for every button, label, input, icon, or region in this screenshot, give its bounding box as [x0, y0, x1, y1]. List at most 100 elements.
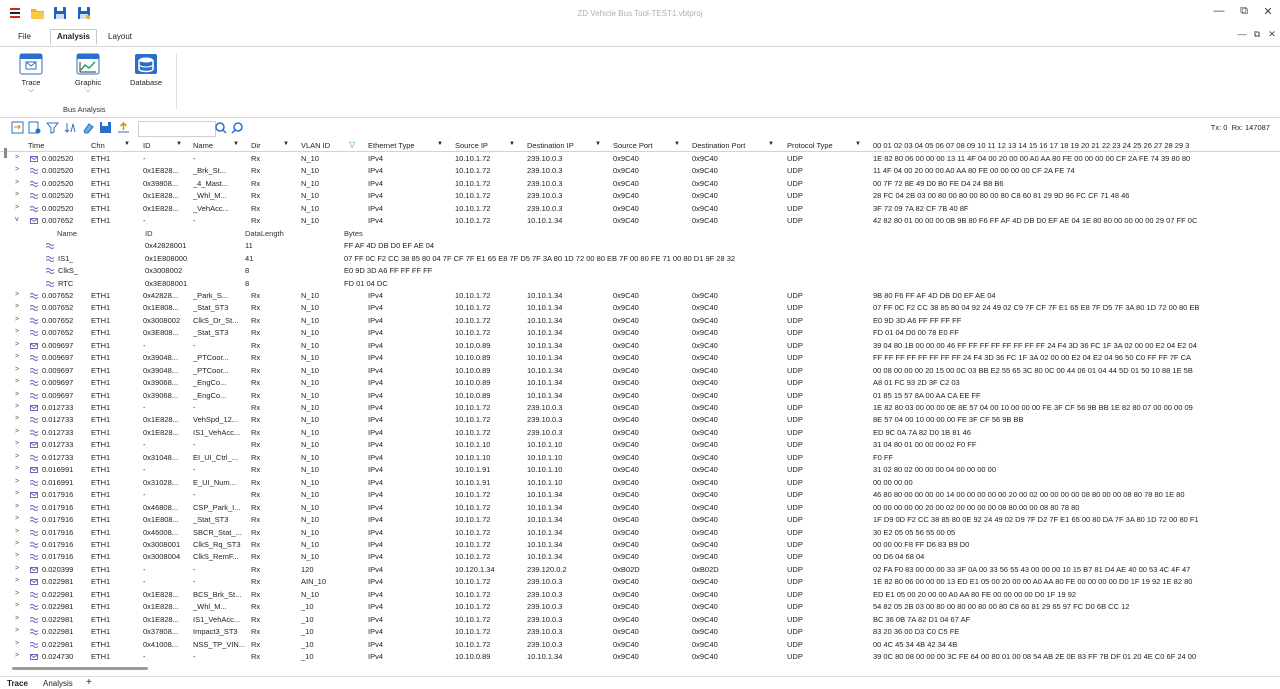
table-row[interactable]: >0.007652 ETH1 0x1E808... _Stat_ST3 Rx N_10 IP…	[0, 301, 1280, 314]
chevron-down-icon[interactable]: ▼	[283, 141, 289, 147]
table-row[interactable]: >0.009697 ETH1 0x39068... _EngCo... Rx N_10 IP…	[0, 376, 1280, 389]
table-row[interactable]: >0.022981 ETH1 0x37808... Impact3_ST3 Rx _10 I…	[0, 625, 1280, 638]
expand-icon[interactable]: >	[15, 465, 19, 472]
col-destination-port[interactable]: Destination Port	[692, 141, 745, 150]
chevron-down-icon[interactable]: ⌵	[11, 87, 51, 95]
sort-icon[interactable]	[64, 121, 77, 134]
expand-icon[interactable]: >	[15, 552, 19, 559]
col-vlan[interactable]: VLAN ID	[301, 141, 330, 150]
expand-icon[interactable]: >	[15, 528, 19, 535]
expand-icon[interactable]: >	[15, 490, 19, 497]
col-source-port[interactable]: Source Port	[613, 141, 653, 150]
doc-close-button[interactable]: ✕	[1265, 29, 1279, 40]
chevron-down-icon[interactable]: ▼	[509, 141, 515, 147]
table-row[interactable]: >0.017916 ETH1 0x46008... SBCR_Stat_... Rx N_…	[0, 526, 1280, 539]
expand-icon[interactable]: >	[15, 291, 19, 298]
table-row[interactable]: >0.007652 ETH1 0x42828... _Park_S... Rx N_10 I…	[0, 289, 1280, 302]
table-row[interactable]: >0.007652 ETH1 0x3008002 ClkS_Dr_St... Rx N_1…	[0, 314, 1280, 327]
filter-icon[interactable]	[45, 121, 60, 134]
table-row[interactable]: >0.009697 ETH1 - - Rx N_10 IPv4 10.10.0.89 10.10…	[0, 339, 1280, 352]
expand-icon[interactable]: >	[15, 615, 19, 622]
col-source-ip[interactable]: Source IP	[455, 141, 488, 150]
expand-icon[interactable]: >	[15, 565, 19, 572]
table-row[interactable]: >0.009697 ETH1 0x39048... _PTCoor... Rx N_10 I…	[0, 364, 1280, 377]
expand-icon[interactable]: >	[15, 328, 19, 335]
expand-icon[interactable]: >	[15, 453, 19, 460]
table-row[interactable]: >0.022981 ETH1 0x1E828... BCS_Brk_St... Rx N_…	[0, 588, 1280, 601]
table-row[interactable]: >0.017916 ETH1 0x3008001 ClkS_Rq_ST3 Rx N_10 I…	[0, 538, 1280, 551]
chevron-down-icon[interactable]: ▼	[176, 141, 182, 147]
import-icon[interactable]	[28, 121, 41, 134]
expand-icon[interactable]: >	[15, 428, 19, 435]
tab-trace[interactable]: Trace	[7, 679, 28, 688]
table-row[interactable]: >0.002520 ETH1 0x1E828... _Whl_M... Rx N_10 IP…	[0, 189, 1280, 202]
col-chn[interactable]: Chn	[91, 141, 105, 150]
col-ethernet-type[interactable]: Ethernet Type	[368, 141, 415, 150]
chevron-down-icon[interactable]: ▼	[595, 141, 601, 147]
signal-row[interactable]: RTC 0x3E808001 8 FD 01 04 DC	[0, 277, 1280, 290]
expand-icon[interactable]: >	[15, 179, 19, 186]
expand-icon[interactable]: >	[15, 166, 19, 173]
tab-file[interactable]: File	[18, 32, 31, 41]
collapse-icon[interactable]: v	[15, 216, 19, 223]
table-row[interactable]: >0.007652 ETH1 0x3E808... _Stat_ST3 Rx N_10 IP…	[0, 326, 1280, 339]
expand-icon[interactable]: >	[15, 154, 19, 161]
table-row[interactable]: >0.020399 ETH1 - - Rx 120 IPv4 10.120.1.34 239.1…	[0, 563, 1280, 576]
search-next-icon[interactable]	[214, 121, 227, 134]
table-row[interactable]: >0.022981 ETH1 - - Rx AIN_10 IPv4 10.10.1.72 239…	[0, 575, 1280, 588]
table-row[interactable]: >0.009697 ETH1 0x39048... _PTCoor... Rx N_10 I…	[0, 351, 1280, 364]
save-trace-icon[interactable]	[99, 121, 112, 134]
expand-icon[interactable]: >	[15, 353, 19, 360]
table-row[interactable]: >0.016991 ETH1 0x31028... E_UI_Num... Rx N_10…	[0, 476, 1280, 489]
search-prev-icon[interactable]	[231, 121, 244, 134]
export-icon[interactable]	[11, 121, 24, 134]
col-time[interactable]: Time	[28, 141, 44, 150]
table-row[interactable]: >0.022981 ETH1 0x41008... NSS_TP_VIN... Rx _1…	[0, 638, 1280, 651]
expand-icon[interactable]: >	[15, 415, 19, 422]
expand-icon[interactable]: >	[15, 602, 19, 609]
table-row[interactable]: >0.017916 ETH1 0x3008004 ClkS_RemF... Rx N_10…	[0, 550, 1280, 563]
col-destination-ip[interactable]: Destination IP	[527, 141, 574, 150]
chevron-down-icon[interactable]: ▼	[674, 141, 680, 147]
expand-icon[interactable]: >	[15, 366, 19, 373]
filter-icon[interactable]: ▽	[349, 140, 355, 149]
col-bytes[interactable]: 00 01 02 03 04 05 06 07 08 09 10 11 12 1…	[873, 141, 1189, 150]
expand-icon[interactable]: >	[15, 478, 19, 485]
table-row[interactable]: >0.017916 ETH1 0x1E808... _Stat_ST3 Rx N_10 IP…	[0, 513, 1280, 526]
clear-icon[interactable]	[82, 121, 95, 134]
chevron-down-icon[interactable]: ▼	[124, 141, 130, 147]
trace-button[interactable]: Trace ⌵	[11, 53, 51, 95]
table-row[interactable]: >0.002520 ETH1 0x1E828... _Brk_St... Rx N_10 I…	[0, 164, 1280, 177]
expand-icon[interactable]: >	[15, 204, 19, 211]
table-row[interactable]: >0.016991 ETH1 - - Rx N_10 IPv4 10.10.1.91 10.10…	[0, 463, 1280, 476]
expand-icon[interactable]: >	[15, 577, 19, 584]
upload-icon[interactable]	[117, 121, 130, 134]
table-row[interactable]: >0.024730 ETH1 - - Rx _10 IPv4 10.10.0.89 10.10.…	[0, 650, 1280, 663]
table-row[interactable]: >0.002520 ETH1 0x1E828... _VehAcc... Rx N_10 I…	[0, 202, 1280, 215]
chevron-down-icon[interactable]: ▼	[437, 141, 443, 147]
tab-analysis-bottom[interactable]: Analysis	[43, 679, 73, 688]
horizontal-scrollbar[interactable]	[12, 667, 148, 670]
tab-layout[interactable]: Layout	[108, 32, 132, 41]
col-id[interactable]: ID	[143, 141, 151, 150]
expand-icon[interactable]: >	[15, 378, 19, 385]
expand-icon[interactable]: >	[15, 391, 19, 398]
expand-icon[interactable]: >	[15, 540, 19, 547]
chevron-down-icon[interactable]: ▼	[233, 141, 239, 147]
signal-row[interactable]: IS1_ 0x1E808000 41 07 FF 0C F2 CC 38 85 80 …	[0, 252, 1280, 265]
expand-icon[interactable]: >	[15, 341, 19, 348]
chevron-down-icon[interactable]: ▼	[768, 141, 774, 147]
expand-icon[interactable]: >	[15, 316, 19, 323]
minimize-button[interactable]: —	[1212, 5, 1226, 17]
table-row[interactable]: >0.002520 ETH1 - - Rx N_10 IPv4 10.10.1.72 239.1…	[0, 152, 1280, 165]
search-input[interactable]	[138, 121, 216, 137]
expand-icon[interactable]: >	[15, 503, 19, 510]
expand-icon[interactable]: >	[15, 652, 19, 659]
vertical-scrollbar[interactable]	[4, 148, 7, 158]
signal-row[interactable]: 0x42828001 11 FF AF 4D DB D0 EF AE 04	[0, 239, 1280, 252]
col-name[interactable]: Name	[193, 141, 213, 150]
doc-minimize-button[interactable]: —	[1235, 29, 1249, 39]
expand-icon[interactable]: >	[15, 627, 19, 634]
table-row[interactable]: >0.017916 ETH1 0x46808... CSP_Park_I... Rx N_…	[0, 501, 1280, 514]
expand-icon[interactable]: >	[15, 440, 19, 447]
